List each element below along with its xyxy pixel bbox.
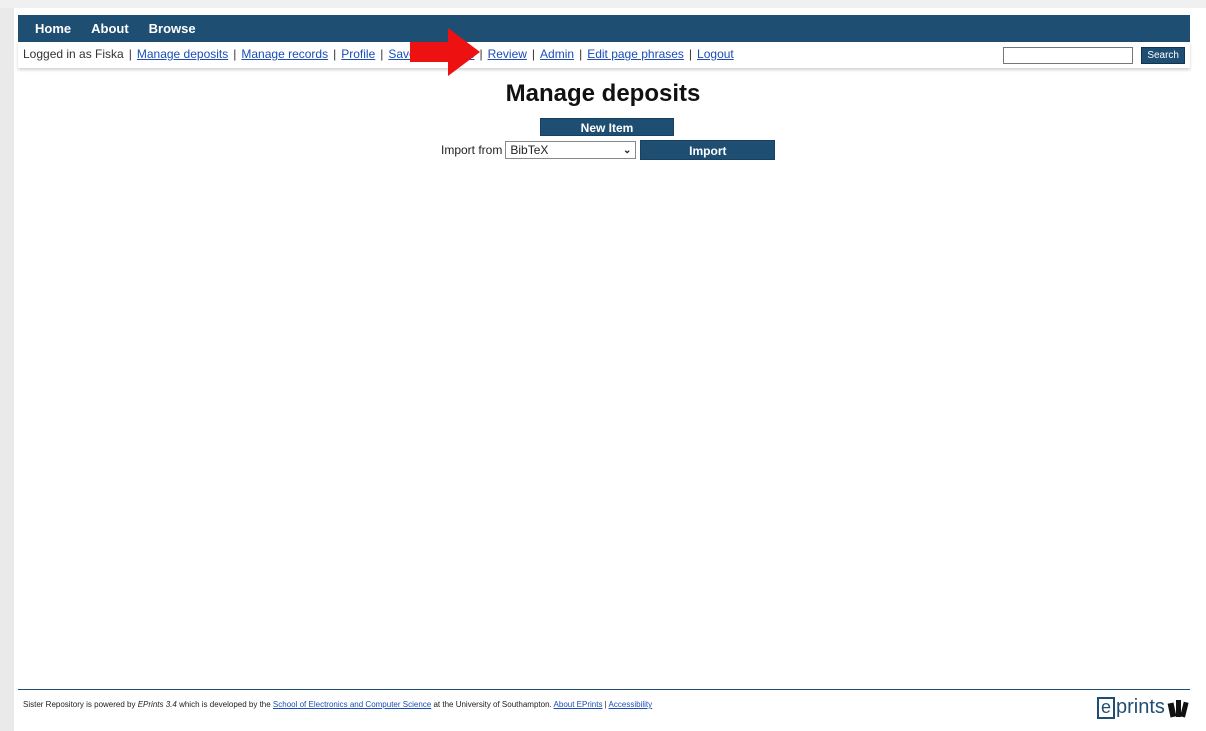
new-item-button[interactable]: New Item xyxy=(540,118,674,136)
top-gap xyxy=(0,0,1206,8)
link-manage-deposits[interactable]: Manage deposits xyxy=(137,47,228,61)
import-format-value: BibTeX xyxy=(510,143,549,157)
search-input[interactable] xyxy=(1003,47,1134,64)
eprints-logo-e: e xyxy=(1097,696,1115,719)
footer-text: Sister Repository is powered by EPrints … xyxy=(23,700,652,709)
import-label: Import from xyxy=(441,143,503,157)
link-profile[interactable]: Profile xyxy=(341,47,375,61)
chevron-down-icon: ⌄ xyxy=(622,144,632,156)
eprints-logo-text: prints xyxy=(1116,696,1165,718)
books-icon xyxy=(1167,699,1189,717)
nav-browse[interactable]: Browse xyxy=(149,21,196,36)
left-gutter xyxy=(0,8,14,731)
link-logout[interactable]: Logout xyxy=(697,47,734,61)
link-admin[interactable]: Admin xyxy=(540,47,574,61)
red-arrow-annotation xyxy=(410,28,480,76)
footer-text-3: at the University of Southampton. xyxy=(431,700,554,709)
link-review[interactable]: Review xyxy=(488,47,527,61)
eprints-logo[interactable]: e prints xyxy=(1097,696,1189,719)
footer-link-ecs[interactable]: School of Electronics and Computer Scien… xyxy=(273,700,431,709)
link-manage-records[interactable]: Manage records xyxy=(241,47,328,61)
footer-eprints-version: EPrints 3.4 xyxy=(137,700,177,709)
page-title: Manage deposits xyxy=(505,80,701,107)
footer-link-accessibility[interactable]: Accessibility xyxy=(609,700,653,709)
footer-divider xyxy=(18,689,1190,690)
nav-about[interactable]: About xyxy=(91,21,129,36)
footer-link-about-eprints[interactable]: About EPrints xyxy=(554,700,603,709)
main-nav: Home About Browse xyxy=(18,15,1190,42)
nav-home[interactable]: Home xyxy=(35,21,71,36)
link-edit-page-phrases[interactable]: Edit page phrases xyxy=(587,47,684,61)
footer-text-1: Sister Repository is powered by xyxy=(23,700,138,709)
search-button[interactable]: Search xyxy=(1141,47,1185,64)
footer-text-2: which is developed by the xyxy=(176,700,273,709)
logged-in-label: Logged in as Fiska xyxy=(23,47,124,61)
user-toolbar: Logged in as Fiska | Manage deposits | Manag… xyxy=(18,42,1190,68)
import-button[interactable]: Import xyxy=(640,140,776,160)
import-format-select[interactable]: BibTeX ⌄ xyxy=(505,141,637,159)
import-row: Import from BibTeX ⌄ Import xyxy=(441,140,776,160)
